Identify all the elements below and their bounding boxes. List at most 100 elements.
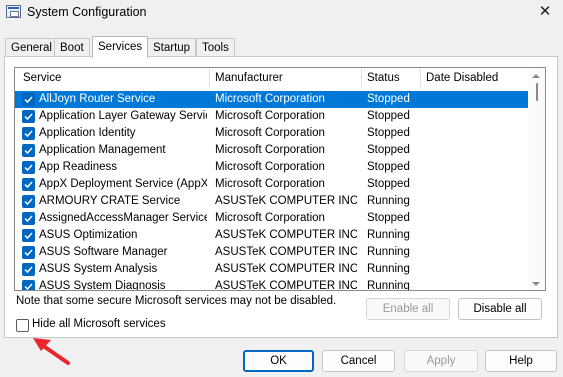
service-manufacturer: ASUSTeK COMPUTER INC. [215, 246, 357, 258]
service-checkbox[interactable] [22, 161, 35, 174]
service-checkbox[interactable] [22, 229, 35, 242]
hide-microsoft-services-checkbox[interactable] [16, 319, 29, 332]
vertical-scrollbar[interactable] [529, 68, 545, 290]
tab-general[interactable]: General [5, 38, 58, 57]
scroll-down-icon[interactable] [532, 282, 540, 286]
enable-all-button[interactable]: Enable all [366, 298, 450, 320]
service-status: Running [367, 229, 410, 241]
window-title: System Configuration [27, 5, 147, 19]
column-header-manufacturer[interactable]: Manufacturer [209, 68, 283, 88]
table-row[interactable]: Application Identity Microsoft Corporatio… [15, 125, 528, 142]
close-icon[interactable]: ✕ [535, 2, 555, 22]
table-row[interactable]: Application Layer Gateway Service Microso… [15, 108, 528, 125]
service-checkbox[interactable] [22, 212, 35, 225]
service-status: Running [367, 263, 410, 275]
checkmark-icon [24, 147, 33, 155]
title-bar: System Configuration ✕ [0, 0, 563, 26]
service-manufacturer: ASUSTeK COMPUTER INC. [215, 280, 357, 291]
checkmark-icon [24, 232, 33, 240]
hide-microsoft-services-label[interactable]: Hide all Microsoft services [32, 318, 166, 330]
service-manufacturer: Microsoft Corporation [215, 161, 325, 173]
service-date-disabled [426, 244, 526, 261]
service-status: Stopped [367, 212, 410, 224]
checkmark-icon [24, 215, 33, 223]
service-manufacturer: Microsoft Corporation [215, 212, 325, 224]
ok-button[interactable]: OK [243, 350, 314, 372]
service-manufacturer: ASUSTeK COMPUTER INC. [215, 229, 357, 241]
table-row[interactable]: App Readiness Microsoft Corporation Stoppe… [15, 159, 528, 176]
service-date-disabled [426, 159, 526, 176]
service-manufacturer: Microsoft Corporation [215, 127, 325, 139]
service-checkbox[interactable] [22, 93, 35, 106]
table-row[interactable]: AppX Deployment Service (AppX... Microsof… [15, 176, 528, 193]
service-date-disabled [426, 210, 526, 227]
service-date-disabled [426, 91, 526, 108]
service-name: ASUS Optimization [39, 229, 138, 241]
service-checkbox[interactable] [22, 127, 35, 140]
service-status: Stopped [367, 93, 410, 105]
table-row[interactable]: AssignedAccessManager Service Microsoft C… [15, 210, 528, 227]
service-checkbox[interactable] [22, 263, 35, 276]
service-name: Application Management [39, 144, 166, 156]
service-status: Running [367, 280, 410, 291]
checkmark-icon [24, 181, 33, 189]
service-status: Stopped [367, 110, 410, 122]
service-name: App Readiness [39, 161, 117, 173]
table-row[interactable]: ASUS System Analysis ASUSTeK COMPUTER INC… [15, 261, 528, 278]
table-row[interactable]: Application Management Microsoft Corporat… [15, 142, 528, 159]
checkmark-icon [24, 130, 33, 138]
tab-tools[interactable]: Tools [196, 38, 235, 57]
service-status: Stopped [367, 144, 410, 156]
table-row[interactable]: ASUS Optimization ASUSTeK COMPUTER INC. Ru… [15, 227, 528, 244]
checkmark-icon [24, 283, 33, 290]
table-row[interactable]: ASUS Software Manager ASUSTeK COMPUTER IN… [15, 244, 528, 261]
checkmark-icon [24, 266, 33, 274]
service-manufacturer: Microsoft Corporation [215, 144, 325, 156]
service-manufacturer: Microsoft Corporation [215, 178, 325, 190]
service-name: Application Layer Gateway Service [39, 110, 207, 122]
service-checkbox[interactable] [22, 195, 35, 208]
service-manufacturer: Microsoft Corporation [215, 110, 325, 122]
apply-button[interactable]: Apply [404, 350, 478, 372]
help-button[interactable]: Help [485, 350, 557, 372]
service-name: AllJoyn Router Service [39, 93, 156, 105]
service-date-disabled [426, 108, 526, 125]
checkmark-icon [24, 96, 33, 104]
table-row[interactable]: AllJoyn Router Service Microsoft Corporat… [15, 91, 528, 108]
service-checkbox[interactable] [22, 178, 35, 191]
service-name: ASUS System Diagnosis [39, 280, 166, 291]
service-date-disabled [426, 227, 526, 244]
checkmark-icon [24, 113, 33, 121]
table-row[interactable]: ASUS System Diagnosis ASUSTeK COMPUTER IN… [15, 278, 528, 291]
service-name: ARMOURY CRATE Service [39, 195, 181, 207]
tab-services[interactable]: Services [92, 36, 149, 58]
service-date-disabled [426, 278, 526, 290]
service-checkbox[interactable] [22, 110, 35, 123]
service-date-disabled [426, 125, 526, 142]
tab-boot[interactable]: Boot [54, 38, 90, 57]
column-header-date-disabled[interactable]: Date Disabled [420, 68, 498, 88]
checkmark-icon [24, 198, 33, 206]
service-checkbox[interactable] [22, 246, 35, 259]
tab-startup[interactable]: Startup [147, 38, 197, 57]
cancel-button[interactable]: Cancel [322, 350, 395, 372]
table-row[interactable]: ARMOURY CRATE Service ASUSTeK COMPUTER IN… [15, 193, 528, 210]
scrollbar-thumb[interactable] [536, 83, 538, 101]
service-name: ASUS System Analysis [39, 263, 158, 275]
service-date-disabled [426, 176, 526, 193]
service-status: Running [367, 195, 410, 207]
service-name: AppX Deployment Service (AppX... [39, 178, 207, 190]
service-checkbox[interactable] [22, 280, 35, 290]
service-status: Stopped [367, 127, 410, 139]
list-header: Service Manufacturer Status Date Disable… [15, 68, 530, 88]
column-header-service[interactable]: Service [17, 68, 61, 88]
system-configuration-icon [6, 5, 21, 18]
column-header-status[interactable]: Status [361, 68, 400, 88]
scroll-up-icon[interactable] [532, 74, 540, 78]
annotation-arrow-icon [33, 338, 70, 365]
service-checkbox[interactable] [22, 144, 35, 157]
service-status: Stopped [367, 178, 410, 190]
disable-all-button[interactable]: Disable all [458, 298, 542, 320]
services-list[interactable]: Service Manufacturer Status Date Disable… [14, 67, 546, 291]
service-manufacturer: ASUSTeK COMPUTER INC. [215, 263, 357, 275]
